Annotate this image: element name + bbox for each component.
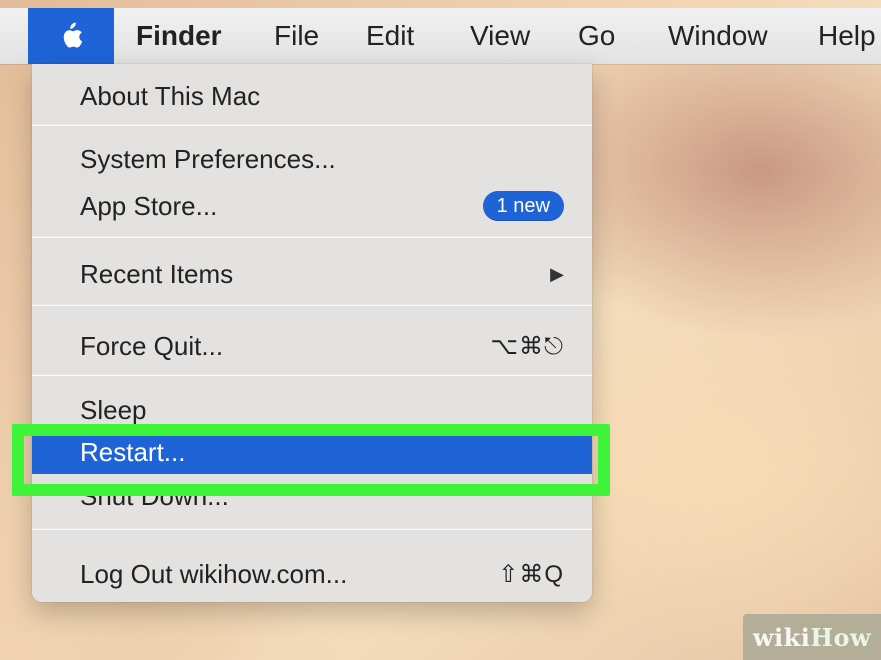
menu-item-label: Force Quit... (80, 330, 224, 361)
menu-separator (32, 374, 592, 376)
submenu-arrow-icon: ▶ (550, 263, 564, 284)
wikihow-watermark: wiki How (743, 614, 881, 660)
menu-item-system-preferences[interactable]: System Preferences... (32, 138, 592, 180)
menu-item-label: App Store... (80, 190, 218, 221)
menu-finder[interactable]: Finder (136, 8, 222, 64)
watermark-wiki-text: wiki (752, 622, 811, 652)
menu-separator (32, 124, 592, 126)
menu-help[interactable]: Help (818, 8, 876, 64)
app-store-update-badge: 1 new (482, 191, 564, 221)
menu-item-label: Recent Items (80, 258, 234, 289)
menu-item-force-quit[interactable]: Force Quit... ⌥⌘⎋ (32, 322, 592, 370)
apple-dropdown-menu: About This Mac System Preferences... App… (32, 64, 592, 602)
menu-edit[interactable]: Edit (366, 8, 414, 64)
menu-item-app-store[interactable]: App Store... 1 new (32, 182, 592, 230)
menu-item-log-out[interactable]: Log Out wikihow.com... ⇧⌘Q (32, 550, 592, 598)
menu-file[interactable]: File (274, 8, 319, 64)
menu-item-label: About This Mac (80, 80, 261, 111)
force-quit-shortcut: ⌥⌘⎋ (490, 332, 564, 360)
apple-menu-button[interactable] (28, 8, 114, 64)
menu-item-label: Sleep (80, 394, 147, 425)
menu-item-label: Log Out wikihow.com... (80, 558, 348, 589)
watermark-how-text: How (810, 622, 872, 652)
menu-item-about-this-mac[interactable]: About This Mac (32, 72, 592, 120)
menu-separator (32, 236, 592, 238)
log-out-shortcut: ⇧⌘Q (498, 560, 564, 588)
menu-item-label: System Preferences... (80, 143, 336, 174)
menu-item-recent-items[interactable]: Recent Items ▶ (32, 250, 592, 298)
apple-logo-icon (63, 22, 83, 48)
menu-separator (32, 528, 592, 530)
menu-go[interactable]: Go (578, 8, 615, 64)
menu-separator (32, 304, 592, 306)
menu-view[interactable]: View (470, 8, 530, 64)
menu-window[interactable]: Window (668, 8, 768, 64)
restart-annotation-highlight-box (12, 424, 610, 496)
menu-bar: Finder File Edit View Go Window Help (0, 8, 881, 64)
